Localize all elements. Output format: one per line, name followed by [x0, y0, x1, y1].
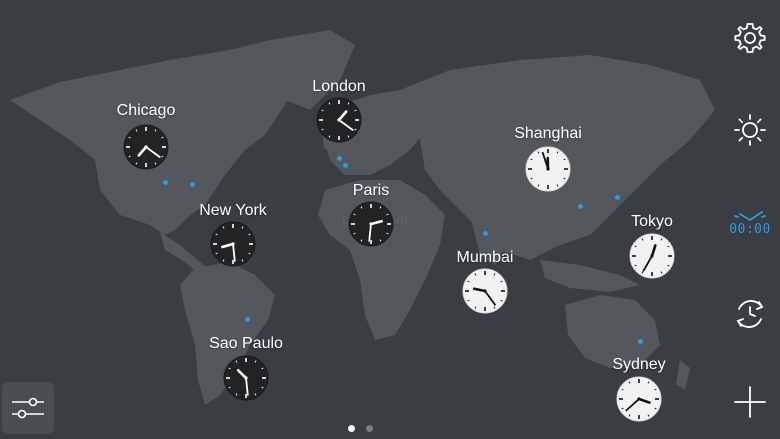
clock-center — [637, 397, 641, 401]
city-label-london: London — [312, 78, 366, 95]
indonesia-shape — [540, 260, 640, 292]
sliders-icon — [12, 397, 44, 419]
page-indicator-2[interactable] — [366, 425, 373, 432]
city-label-new-york: New York — [199, 202, 267, 219]
add-city-button[interactable] — [730, 382, 770, 422]
clock-tokyo[interactable] — [628, 232, 676, 280]
location-dot-tokyo — [615, 195, 620, 200]
clock-hands-icon — [734, 210, 766, 221]
clock-center — [483, 289, 487, 293]
new-zealand-shape — [676, 360, 690, 390]
city-label-mumbai: Mumbai — [456, 249, 514, 266]
location-dot-chicago — [163, 180, 168, 185]
location-dot-mumbai — [483, 231, 488, 236]
digital-clock-icon-text: 00:00 — [729, 221, 771, 237]
clock-sydney[interactable] — [615, 375, 663, 423]
city-label-tokyo: Tokyo — [631, 213, 673, 230]
city-label-sao-paulo: Sao Paulo — [209, 335, 283, 352]
clock-center — [144, 145, 148, 149]
clock-mumbai[interactable] — [461, 267, 509, 315]
clock-center — [244, 376, 248, 380]
gear-icon — [734, 23, 766, 53]
world-clock-screen: U...st...com Chicago London Paris New Yo… — [0, 0, 780, 439]
location-dot-new-york — [190, 182, 195, 187]
location-dot-sydney — [638, 339, 643, 344]
clock-sao-paulo[interactable] — [222, 354, 270, 402]
brightness-button[interactable] — [730, 110, 770, 150]
sun-icon — [734, 114, 766, 146]
clock-refresh-icon — [736, 300, 764, 328]
clock-chicago[interactable] — [122, 123, 170, 171]
clock-center — [231, 242, 235, 246]
location-dot-shanghai — [578, 204, 583, 209]
city-label-shanghai: Shanghai — [514, 125, 582, 142]
clock-center — [546, 167, 550, 171]
city-label-chicago: Chicago — [116, 102, 176, 119]
page-indicator-1[interactable] — [348, 425, 355, 432]
clock-center — [337, 118, 341, 122]
digital-clock-toggle-button[interactable]: 00:00 — [729, 202, 771, 242]
location-dot-london — [337, 156, 342, 161]
plus-icon — [734, 386, 766, 418]
city-label-paris: Paris — [352, 182, 390, 199]
clock-paris[interactable] — [347, 200, 395, 248]
filter-button[interactable] — [2, 382, 54, 434]
clock-new-york[interactable] — [209, 220, 257, 268]
time-sync-button[interactable] — [730, 294, 770, 334]
location-dot-sao-paulo — [245, 317, 250, 322]
city-label-sydney: Sydney — [612, 356, 666, 373]
clock-london[interactable] — [315, 96, 363, 144]
clock-center — [650, 254, 654, 258]
location-dot-paris — [343, 163, 348, 168]
clock-center — [369, 222, 373, 226]
settings-button[interactable] — [730, 18, 770, 58]
clock-shanghai[interactable] — [524, 145, 572, 193]
